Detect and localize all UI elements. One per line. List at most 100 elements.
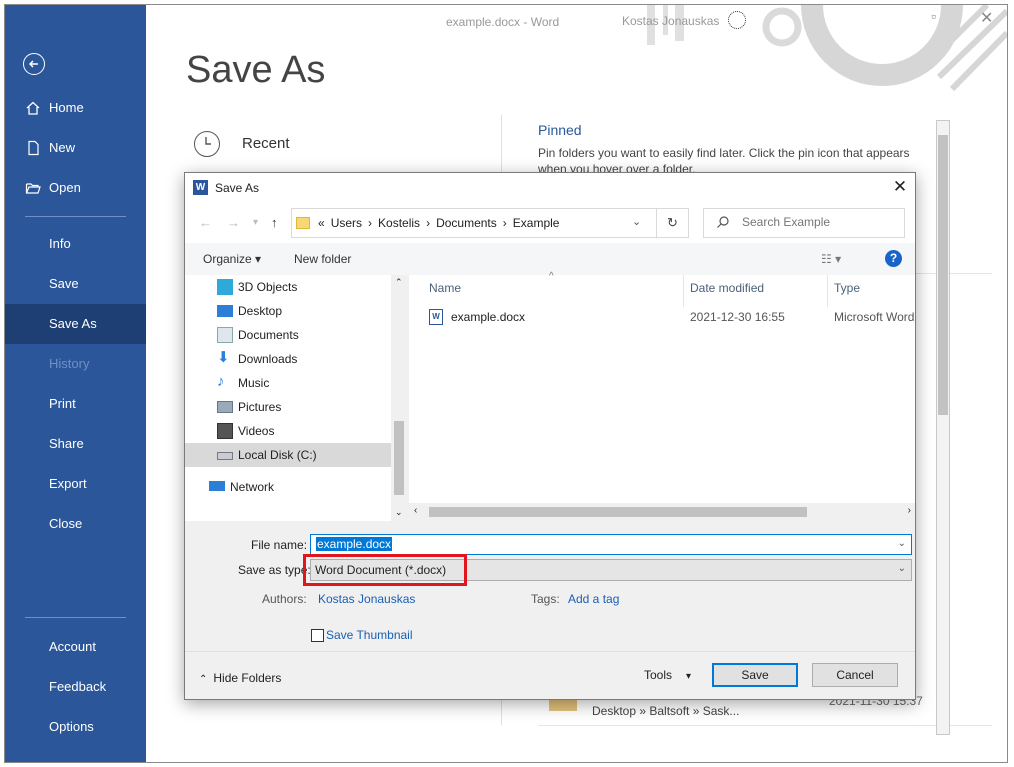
view-options-icon[interactable]: ☷ ▾ [821, 252, 841, 266]
network-icon [209, 481, 225, 491]
documents-icon [217, 327, 233, 343]
nav-print[interactable]: Print [5, 384, 146, 424]
address-bar[interactable]: « Users › Kostelis › Documents › Example ⌄ [291, 208, 657, 238]
hide-folders-button[interactable]: ⌃ Hide Folders [199, 671, 281, 685]
scroll-right-icon[interactable]: › [908, 505, 911, 516]
tree-scrollbar[interactable]: ⌃ ⌄ [391, 275, 407, 521]
music-icon: ♪ [217, 373, 225, 390]
nav-export[interactable]: Export [5, 464, 146, 504]
avatar[interactable] [728, 11, 746, 29]
back-button[interactable] [23, 53, 45, 75]
nav-home[interactable]: Home [5, 88, 146, 128]
up-folder-button[interactable]: ↑ [271, 215, 278, 230]
tree-item-music[interactable]: ♪ Music [185, 371, 391, 395]
nav-feedback[interactable]: Feedback [5, 667, 146, 707]
new-doc-icon [28, 140, 39, 156]
recent-locations-button[interactable]: ▾ [253, 217, 258, 228]
save-button[interactable]: Save [712, 663, 798, 687]
save-as-dialog: W Save As ✕ ← → ▾ ↑ « Users › Kostelis › Docu… [184, 172, 916, 700]
save-thumbnail-label[interactable]: Save Thumbnail [326, 628, 413, 642]
chevron-down-icon[interactable]: ⌄ [898, 563, 906, 574]
new-folder-button[interactable]: New folder [294, 252, 351, 266]
nav-info[interactable]: Info [5, 224, 146, 264]
file-row[interactable]: W example.docx 2021-12-30 16:55 Microsof… [423, 307, 915, 329]
column-divider[interactable] [827, 275, 828, 307]
videos-icon [217, 423, 233, 439]
dialog-close-button[interactable]: ✕ [885, 173, 915, 203]
file-name-label: File name: [251, 538, 308, 552]
home-icon [26, 101, 40, 115]
breadcrumb-documents[interactable]: Documents [436, 216, 497, 230]
scrollbar-thumb[interactable] [429, 507, 807, 517]
nav-account[interactable]: Account [5, 627, 146, 667]
tools-label: Tools [644, 668, 673, 682]
nav-save[interactable]: Save [5, 264, 146, 304]
tags-label: Tags: [531, 592, 560, 606]
tree-item-pictures[interactable]: Pictures [185, 395, 391, 419]
address-row: ← → ▾ ↑ « Users › Kostelis › Documents › Exampl… [185, 203, 915, 243]
file-name-field[interactable]: example.docx ⌄ [310, 534, 912, 555]
nav-options-label: Options [49, 719, 94, 734]
forward-nav-button[interactable]: → [227, 215, 240, 230]
search-input[interactable] [742, 215, 892, 229]
nav-close[interactable]: Close [5, 504, 146, 544]
tree-item-downloads[interactable]: ⬇ Downloads [185, 347, 391, 371]
chevron-up-icon: ⌃ [199, 674, 208, 685]
search-box[interactable] [703, 208, 905, 238]
tags-value[interactable]: Add a tag [568, 592, 619, 606]
organize-menu[interactable]: Organize ▾ [203, 252, 261, 266]
tools-menu[interactable]: Tools ▾ [644, 668, 691, 682]
cancel-button[interactable]: Cancel [812, 663, 898, 687]
scrollbar-thumb[interactable] [394, 421, 404, 495]
breadcrumb-sep: › [368, 216, 373, 230]
tree-item-network[interactable]: Network [185, 475, 391, 499]
breadcrumb: « Users › Kostelis › Documents › Example [318, 216, 565, 230]
column-divider[interactable] [683, 275, 684, 307]
save-thumbnail-checkbox[interactable] [311, 629, 324, 642]
scroll-down-icon[interactable]: ⌄ [395, 507, 403, 518]
breadcrumb-overflow[interactable]: « [318, 216, 325, 230]
breadcrumb-sep: › [426, 216, 431, 230]
backstage-scrollbar[interactable] [936, 120, 950, 735]
recent-folder-path[interactable]: Desktop » Baltsoft » Sask... [592, 704, 739, 718]
close-window-icon[interactable]: ✕ [980, 8, 993, 28]
nav-open[interactable]: Open [5, 168, 146, 208]
column-header-date[interactable]: Date modified [690, 281, 764, 295]
column-header-name[interactable]: Name [429, 281, 461, 295]
column-header-type[interactable]: Type [834, 281, 860, 295]
tree-item-videos[interactable]: Videos [185, 419, 391, 443]
nav-options[interactable]: Options [5, 707, 146, 747]
highlight-box [303, 554, 467, 586]
back-nav-button[interactable]: ← [199, 215, 212, 230]
nav-save-as[interactable]: Save As [5, 304, 146, 344]
refresh-button[interactable]: ↻ [657, 208, 689, 238]
word-window: Home New Open Info Save Save As History … [4, 4, 1008, 763]
nav-new[interactable]: New [5, 128, 146, 168]
user-name: Kostas Jonauskas [622, 14, 720, 28]
scroll-up-icon[interactable]: ⌃ [395, 277, 403, 288]
tree-item-3d-objects[interactable]: 3D Objects [185, 275, 391, 299]
file-type: Microsoft Word [834, 310, 915, 324]
breadcrumb-users[interactable]: Users [331, 216, 362, 230]
downloads-icon: ⬇ [217, 349, 230, 366]
tree-item-local-disk[interactable]: Local Disk (C:) [185, 443, 391, 467]
scroll-left-icon[interactable]: ‹ [414, 505, 417, 516]
restore-icon[interactable]: ▫ [931, 8, 936, 24]
nav-info-label: Info [49, 236, 71, 251]
chevron-down-icon[interactable]: ⌄ [632, 215, 644, 228]
chevron-down-icon[interactable]: ⌄ [898, 538, 906, 549]
desktop-icon [217, 305, 233, 317]
tree-item-documents[interactable]: Documents [185, 323, 391, 347]
recent-location[interactable]: Recent [242, 135, 290, 152]
3d-objects-icon [217, 279, 233, 295]
help-icon[interactable]: ? [885, 250, 902, 267]
authors-value[interactable]: Kostas Jonauskas [318, 592, 415, 606]
scrollbar-thumb[interactable] [938, 135, 948, 415]
nav-share[interactable]: Share [5, 424, 146, 464]
search-icon [717, 216, 729, 228]
clock-icon [194, 131, 220, 157]
breadcrumb-kostelis[interactable]: Kostelis [378, 216, 420, 230]
breadcrumb-example[interactable]: Example [513, 216, 560, 230]
tree-item-desktop[interactable]: Desktop [185, 299, 391, 323]
list-horizontal-scrollbar[interactable]: ‹ › [409, 503, 915, 521]
